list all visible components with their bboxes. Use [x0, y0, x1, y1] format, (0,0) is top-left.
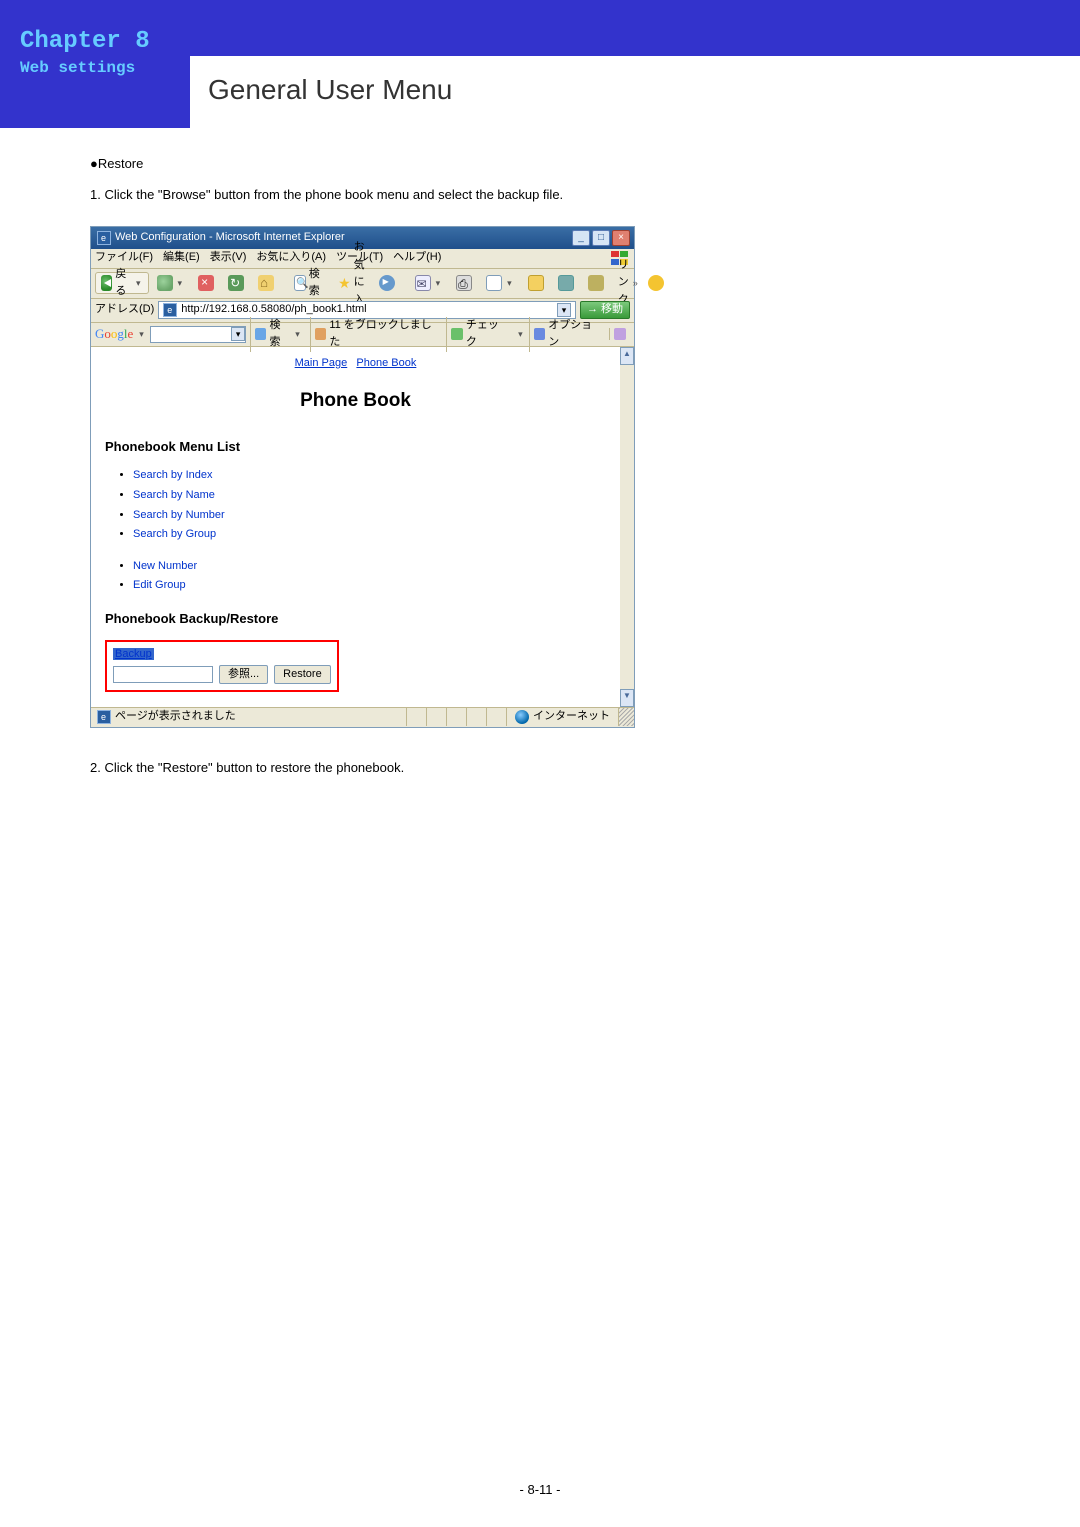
back-button[interactable]: 戻る ▾: [95, 272, 149, 294]
edit-icon: [486, 275, 502, 291]
print-button[interactable]: [450, 272, 478, 294]
g-check-icon: [451, 328, 463, 340]
forward-icon: [157, 275, 173, 291]
menu-file[interactable]: ファイル(F): [95, 249, 153, 267]
toolbar: 戻る ▾ ▾ 検索 ★お気に入り ▾ ▾ リンク »: [91, 269, 634, 299]
search-button[interactable]: 検索: [288, 272, 330, 294]
menu-list-heading: Phonebook Menu List: [105, 437, 606, 458]
mail-icon: [415, 275, 431, 291]
crumb-phone-book[interactable]: Phone Book: [356, 357, 416, 369]
page-icon: [163, 303, 177, 317]
folder-icon: [528, 275, 544, 291]
doc-body: ●Restore 1. Click the "Browse" button fr…: [0, 128, 1080, 778]
link-search-name[interactable]: Search by Name: [133, 489, 215, 501]
page-content: Main Page Phone Book Phone Book Phoneboo…: [91, 347, 634, 707]
home-button[interactable]: [252, 272, 280, 294]
stop-button[interactable]: [192, 272, 220, 294]
g-options-icon: [534, 328, 546, 340]
print-icon: [456, 275, 472, 291]
star-icon: ★: [338, 275, 351, 291]
section-heading: ●Restore: [90, 154, 990, 175]
step-2-text: 2. Click the "Restore" button to restore…: [90, 758, 990, 779]
scroll-down-button[interactable]: [620, 689, 634, 707]
menu-favorites[interactable]: お気に入り(A): [256, 249, 326, 267]
minimize-button[interactable]: _: [572, 230, 590, 246]
restore-highlight-box: Backup 参照... Restore: [105, 640, 339, 693]
stop-icon: [198, 275, 214, 291]
media-button[interactable]: [373, 272, 401, 294]
close-button[interactable]: ×: [612, 230, 630, 246]
gear-button[interactable]: [582, 272, 610, 294]
refresh-icon: [228, 275, 244, 291]
menu-help[interactable]: ヘルプ(H): [393, 249, 441, 267]
ie-window: Web Configuration - Microsoft Internet E…: [90, 226, 635, 728]
resize-grip[interactable]: [618, 708, 634, 726]
page-title: General User Menu: [208, 74, 1080, 106]
header-left: Chapter 8 Web settings: [0, 0, 190, 128]
status-text: ページが表示されました: [115, 708, 236, 726]
g-search-icon: [255, 328, 266, 340]
cube-icon: [558, 275, 574, 291]
window-title: Web Configuration - Microsoft Internet E…: [115, 229, 345, 247]
forward-button[interactable]: ▾: [151, 272, 191, 294]
g-block-icon: [315, 328, 327, 340]
google-search-input[interactable]: ▾: [150, 326, 246, 343]
chapter-label: Chapter 8: [20, 28, 190, 55]
browse-button[interactable]: 参照...: [219, 665, 268, 684]
crumb-main-page[interactable]: Main Page: [295, 357, 348, 369]
breadcrumb: Main Page Phone Book: [105, 355, 606, 373]
menu-view[interactable]: 表示(V): [210, 249, 247, 267]
status-zone: インターネット: [533, 708, 610, 726]
search-icon: [294, 275, 306, 291]
page-number: - 8-11 -: [0, 1482, 1080, 1497]
folder-button[interactable]: [522, 272, 550, 294]
favorites-button[interactable]: ★お気に入り: [332, 272, 371, 294]
google-toolbar: Google ▾ ▾ 検索▾ 11 をブロックしました チェック ▾ オプション: [91, 323, 634, 347]
status-bar: ページが表示されました インターネット: [91, 707, 634, 727]
address-label: アドレス(D): [95, 301, 154, 319]
doc-header: Chapter 8 Web settings General User Menu: [0, 0, 1080, 128]
refresh-button[interactable]: [222, 272, 250, 294]
mail-button[interactable]: ▾: [409, 272, 449, 294]
ie-icon: [97, 231, 111, 245]
phonebook-link-list-2: New Number Edit Group: [133, 558, 606, 595]
menu-edit[interactable]: 編集(E): [163, 249, 200, 267]
link-search-index[interactable]: Search by Index: [133, 469, 213, 481]
search-label: 検索: [309, 266, 324, 301]
link-search-group[interactable]: Search by Group: [133, 528, 216, 540]
backup-link[interactable]: Backup: [113, 648, 154, 660]
g-link-icon: [614, 328, 626, 340]
maximize-button[interactable]: □: [592, 230, 610, 246]
scroll-up-button[interactable]: [620, 347, 634, 365]
cube-button[interactable]: [552, 272, 580, 294]
step-1-text: 1. Click the "Browse" button from the ph…: [90, 185, 990, 206]
edit-button[interactable]: ▾: [480, 272, 520, 294]
google-logo: Google: [95, 324, 133, 345]
header-right: General User Menu: [190, 56, 1080, 128]
home-icon: [258, 275, 274, 291]
status-page-icon: [97, 710, 111, 724]
chevron-down-icon: ▾: [134, 276, 143, 290]
norton-icon: [648, 275, 664, 291]
link-new-number[interactable]: New Number: [133, 560, 197, 572]
phonebook-title: Phone Book: [105, 386, 606, 416]
phonebook-link-list-1: Search by Index Search by Name Search by…: [133, 467, 606, 543]
back-arrow-icon: [101, 275, 112, 291]
backup-heading: Phonebook Backup/Restore: [105, 609, 606, 630]
google-chevron-icon[interactable]: ▾: [137, 327, 146, 341]
restore-file-input[interactable]: [113, 666, 213, 683]
link-search-number[interactable]: Search by Number: [133, 509, 225, 521]
link-edit-group[interactable]: Edit Group: [133, 579, 186, 591]
address-dropdown-icon[interactable]: ▾: [557, 303, 571, 317]
back-label: 戻る: [115, 266, 131, 301]
google-link[interactable]: [609, 328, 630, 340]
internet-zone-icon: [515, 710, 529, 724]
gear-icon: [588, 275, 604, 291]
norton-button[interactable]: [642, 272, 670, 294]
links-chevron-icon: »: [631, 276, 640, 290]
restore-button[interactable]: Restore: [274, 665, 331, 684]
chapter-subtitle: Web settings: [20, 59, 190, 77]
media-icon: [379, 275, 395, 291]
